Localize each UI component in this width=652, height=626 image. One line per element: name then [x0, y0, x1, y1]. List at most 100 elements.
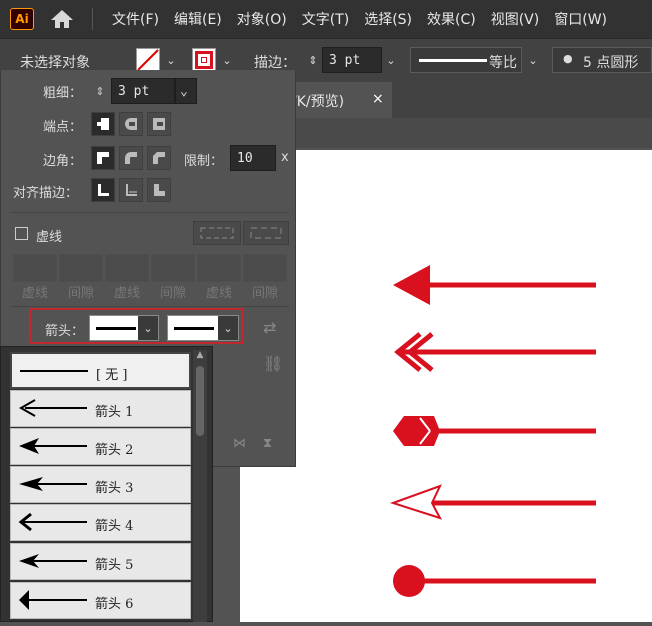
arrow-tip-align-icon[interactable]: ⋈ — [233, 436, 253, 456]
fill-dropdown-chevron-icon[interactable]: ⌄ — [164, 48, 178, 72]
brush-definition[interactable]: ● 5 点圆形 — [552, 47, 652, 73]
align-stroke-label: 对齐描边： — [13, 186, 79, 201]
projecting-cap-icon[interactable] — [147, 112, 171, 136]
arrow-circle-artwork[interactable] — [393, 565, 596, 597]
artboard[interactable] — [240, 150, 652, 622]
start-arrowhead-preview — [96, 327, 136, 330]
gap-3-input[interactable] — [243, 254, 287, 282]
gap-2-input[interactable] — [151, 254, 195, 282]
align-inside-icon[interactable] — [119, 178, 143, 202]
stroke-label[interactable]: 描边： — [254, 52, 296, 72]
menu-select[interactable]: 选择(S) — [364, 9, 412, 29]
limit-label: 限制： — [184, 154, 224, 169]
scroll-up-icon[interactable]: ▲ — [194, 350, 206, 362]
end-arrowhead-preview — [174, 327, 214, 330]
weight-stepper-icon[interactable]: ⇕ — [93, 79, 107, 103]
cap-label: 端点： — [43, 120, 83, 135]
brush-dot-icon: ● — [563, 52, 573, 65]
weight-chevron-icon[interactable]: ⌄ — [175, 78, 197, 104]
gap-3-label: 间隙 — [251, 286, 278, 301]
option-label: 箭头 3 — [95, 481, 134, 496]
artwork — [389, 265, 596, 597]
menu-divider — [92, 8, 93, 30]
dashed-line-label: 虚线 — [36, 230, 63, 245]
arrowhead-option-4[interactable]: 箭头 4 — [10, 504, 191, 541]
arrowhead-option-3[interactable]: 箭头 3 — [10, 466, 191, 503]
arrow-end-align-icon[interactable]: ⧗ — [263, 436, 283, 456]
dash-2-input[interactable] — [105, 254, 149, 282]
dash-1-input[interactable] — [13, 254, 57, 282]
menu-window[interactable]: 窗口(W) — [554, 9, 607, 29]
menu-view[interactable]: 视图(V) — [491, 9, 540, 29]
option-label: [ 无 ] — [96, 368, 128, 383]
arrowhead-6-icon — [19, 590, 87, 610]
end-arrowhead-dropdown[interactable]: ⌄ — [167, 315, 239, 341]
close-tab-icon[interactable]: × — [372, 91, 384, 107]
limit-unit: x — [281, 150, 289, 165]
menu-file[interactable]: 文件(F) — [112, 9, 159, 29]
round-join-icon[interactable] — [119, 146, 143, 170]
round-cap-icon[interactable] — [119, 112, 143, 136]
arrowhead-option-1[interactable]: 箭头 1 — [10, 390, 191, 427]
profile-line — [419, 59, 487, 62]
arrow-fletched-artwork[interactable] — [393, 416, 596, 446]
stroke-weight-stepper-icon[interactable]: ⇕ — [306, 48, 320, 72]
line-preview-icon — [20, 370, 88, 372]
align-center-icon[interactable] — [91, 178, 115, 202]
miter-join-icon[interactable] — [91, 146, 115, 170]
option-label: 箭头 4 — [95, 519, 134, 534]
start-arrowhead-chevron-icon[interactable]: ⌄ — [138, 316, 158, 340]
menu-edit[interactable]: 编辑(E) — [174, 9, 222, 29]
limit-input[interactable]: 10 — [230, 145, 276, 171]
stroke-swatch[interactable] — [192, 48, 216, 72]
option-label: 箭头 6 — [95, 597, 134, 612]
arrow-open-thin-artwork[interactable] — [389, 484, 596, 520]
fill-swatch[interactable] — [136, 48, 160, 72]
variable-width-profile[interactable]: 等比 — [410, 47, 522, 73]
align-outside-icon[interactable] — [147, 178, 171, 202]
dash-3-input[interactable] — [197, 254, 241, 282]
start-arrowhead-dropdown[interactable]: ⌄ — [89, 315, 159, 341]
arrowhead-option-none[interactable]: [ 无 ] — [10, 352, 191, 389]
weight-label: 粗细： — [43, 86, 83, 101]
stroke-weight-input[interactable]: 3 pt — [322, 47, 382, 73]
gap-1-label: 间隙 — [67, 286, 94, 301]
arrow-triangle-artwork[interactable] — [393, 265, 596, 305]
butt-cap-icon[interactable] — [91, 112, 115, 136]
menu-object[interactable]: 对象(O) — [237, 9, 287, 29]
option-label: 箭头 1 — [95, 405, 134, 420]
selection-status: 未选择对象 — [20, 55, 90, 71]
stroke-weight-chevron-icon[interactable]: ⌄ — [384, 48, 398, 72]
no-fill-icon — [137, 49, 159, 71]
home-icon[interactable] — [49, 8, 75, 30]
weight-input[interactable]: 3 pt — [111, 78, 175, 104]
arrowhead-option-2[interactable]: 箭头 2 — [10, 428, 191, 465]
link-scale-icon[interactable]: ⛓ — [263, 354, 285, 376]
end-arrowhead-chevron-icon[interactable]: ⌄ — [218, 316, 238, 340]
arrowhead-1-icon — [18, 399, 87, 417]
divider — [11, 306, 289, 307]
swap-arrowheads-icon[interactable]: ⇄ — [263, 318, 285, 338]
menu-bar: Ai 文件(F) 编辑(E) 对象(O) 文字(T) 选择(S) 效果(C) 视… — [0, 0, 652, 38]
arrowhead-list: [ 无 ] 箭头 1 箭头 2 箭头 3 箭头 4 箭头 5 箭头 6 — [0, 346, 213, 622]
dash-2-label: 虚线 — [113, 286, 140, 301]
menu-effect[interactable]: 效果(C) — [427, 9, 476, 29]
arrow-double-chevron-artwork[interactable] — [394, 332, 596, 372]
dash-1-label: 虚线 — [21, 286, 48, 301]
divider — [11, 212, 289, 213]
scrollbar-thumb[interactable] — [196, 366, 204, 436]
menu-type[interactable]: 文字(T) — [302, 9, 349, 29]
bevel-join-icon[interactable] — [147, 146, 171, 170]
gap-1-input[interactable] — [59, 254, 103, 282]
arrowhead-4-icon — [18, 512, 87, 532]
dash-preserve-icon[interactable] — [193, 221, 241, 245]
arrowhead-option-6[interactable]: 箭头 6 — [10, 582, 191, 619]
option-label: 箭头 5 — [95, 558, 134, 573]
dash-align-icon[interactable] — [243, 221, 289, 245]
stroke-dropdown-chevron-icon[interactable]: ⌄ — [220, 48, 234, 72]
profile-chevron-icon[interactable]: ⌄ — [526, 48, 540, 72]
document-tab-label[interactable]: /K/预览) — [292, 91, 344, 111]
dashed-line-checkbox[interactable] — [15, 227, 28, 240]
brush-label: 5 点圆形 — [583, 55, 639, 71]
arrowhead-option-5[interactable]: 箭头 5 — [10, 543, 191, 580]
